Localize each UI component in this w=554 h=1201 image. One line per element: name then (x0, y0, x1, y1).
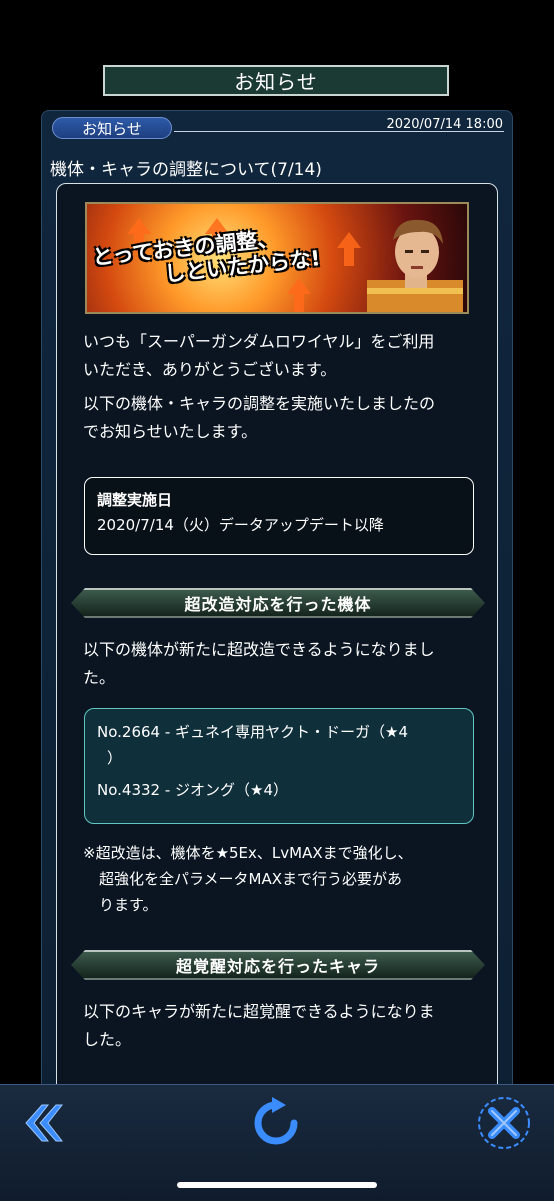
up-arrow-icon (127, 218, 151, 234)
double-chevron-left-icon (25, 1104, 64, 1142)
page-title: お知らせ (103, 65, 449, 96)
up-arrow-icon (337, 232, 361, 248)
section-header-super-modify: 超改造対応を行った機体 (71, 588, 485, 618)
section1-description: 以下の機体が新たに超改造できるようになりまし た。 (83, 640, 435, 687)
notice-headline: 機体・キャラの調整について(7/14) (50, 160, 322, 180)
close-icon (478, 1097, 530, 1149)
list-item: No.2664 - ギュネイ専用ヤクト・ドーガ（★4 (97, 723, 409, 741)
schedule-value: 2020/7/14（火）データアップデート以降 (97, 516, 384, 534)
notice-content[interactable]: とっておきの調整、 しといたからな! いつも「スーパーガンダムロワイヤル」をご利… (56, 183, 498, 1109)
category-label: お知らせ (82, 119, 142, 138)
list-item: No.4332 - ジオング（★4） (97, 781, 289, 799)
up-arrow-icon (287, 278, 311, 294)
section1-note: ※超改造は、機体を★5Ex、LvMAXまで強化し、 超強化を全パラメータMAXま… (83, 844, 413, 914)
reload-button[interactable] (248, 1095, 304, 1151)
notice-panel: お知らせ 2020/07/14 18:00 機体・キャラの調整について(7/14… (41, 110, 513, 1110)
character-portrait-icon (367, 219, 463, 312)
intro-paragraph-2: 以下の機体・キャラの調整を実施いたしましたの でお知らせいたします。 (83, 394, 436, 441)
home-indicator[interactable] (177, 1182, 377, 1188)
close-button[interactable] (476, 1095, 532, 1151)
notice-banner-image: とっておきの調整、 しといたからな! (85, 202, 469, 314)
unit-list-box: No.2664 - ギュネイ専用ヤクト・ドーガ（★4 ） No.4332 - ジ… (84, 708, 474, 824)
list-item: ） (107, 749, 123, 767)
reload-icon (254, 1097, 298, 1145)
schedule-label: 調整実施日 (97, 491, 173, 509)
schedule-box: 調整実施日 2020/7/14（火）データアップデート以降 (84, 477, 474, 555)
section2-description: 以下のキャラが新たに超覚醒できるようになりま した。 (83, 1002, 435, 1049)
page-title-text: お知らせ (234, 70, 318, 94)
category-badge: お知らせ (52, 117, 172, 139)
notice-datetime: 2020/07/14 18:00 (386, 117, 503, 132)
back-button[interactable] (16, 1095, 72, 1151)
intro-paragraph: いつも「スーパーガンダムロワイヤル」をご利用 いただき、ありがとうございます。 (83, 332, 435, 379)
section-header-super-awaken: 超覚醒対応を行ったキャラ (71, 950, 485, 980)
